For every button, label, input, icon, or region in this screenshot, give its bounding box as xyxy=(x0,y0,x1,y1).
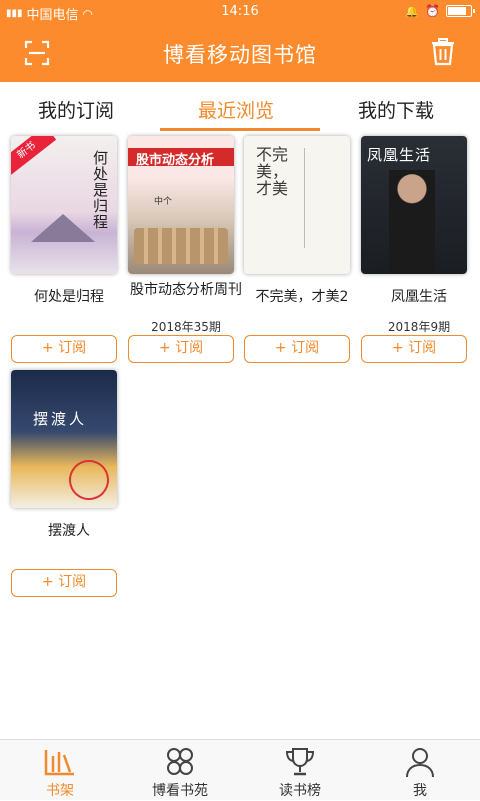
cover-coins xyxy=(134,228,228,264)
subscribe-button[interactable]: + 订阅 xyxy=(11,569,117,597)
tab-bar: 我的订阅 最近浏览 我的下载 xyxy=(0,82,480,134)
status-right: 🔔 ⏰ xyxy=(405,4,475,18)
nav-label: 读书榜 xyxy=(279,783,321,799)
bookshelf-icon xyxy=(44,750,74,776)
subscribe-button[interactable]: + 订阅 xyxy=(11,335,117,363)
app-header: 博看移动图书馆 xyxy=(0,24,480,82)
tab-recent[interactable]: 最近浏览 xyxy=(198,96,274,123)
book-title: 凤凰生活 xyxy=(391,289,447,305)
nav-bookgarden[interactable]: 博看书苑 xyxy=(120,740,240,801)
book-title: 摆渡人 xyxy=(48,523,90,539)
cover-mountain xyxy=(31,214,95,242)
cover-subtitle: 中个 xyxy=(154,197,173,207)
subscribe-button[interactable]: + 订阅 xyxy=(361,335,467,363)
bottom-nav: 书架 博看书苑 读书榜 我 xyxy=(0,739,480,800)
trash-icon[interactable] xyxy=(430,38,456,66)
book-title: 何处是归程 xyxy=(34,289,104,305)
book-cover[interactable]: 股市动态分析 中个 xyxy=(128,136,234,274)
cover-stamp xyxy=(64,455,114,505)
book-issue: 2018年35期 xyxy=(151,320,221,334)
cover-portrait xyxy=(389,170,435,274)
nav-bookshelf[interactable]: 书架 xyxy=(0,740,120,801)
book-issue: 2018年9期 xyxy=(387,320,451,334)
book-cover[interactable]: 不完美，才美 xyxy=(244,136,350,274)
tab-downloads[interactable]: 我的下载 xyxy=(358,96,434,123)
tab-underline xyxy=(160,128,320,131)
book-cover[interactable]: 凤凰生活 xyxy=(361,136,467,274)
nav-label: 博看书苑 xyxy=(152,783,208,799)
cover-title: 股市动态分析 xyxy=(136,153,215,168)
nav-ranking[interactable]: 读书榜 xyxy=(240,740,360,801)
book-cover[interactable]: 何处是归程 新书 xyxy=(11,136,117,274)
bell-icon: 🔔 xyxy=(405,4,420,18)
cover-art xyxy=(304,148,330,248)
nav-me[interactable]: 我 xyxy=(360,740,480,801)
nav-label: 书架 xyxy=(46,783,74,799)
clover-icon xyxy=(167,748,193,775)
cover-title: 凤凰生活 xyxy=(367,146,432,164)
cover-title: 摆渡人 xyxy=(33,410,88,428)
battery-fill xyxy=(448,7,466,15)
battery-icon xyxy=(446,5,475,17)
person-icon xyxy=(406,748,434,778)
badge-label: 新书 xyxy=(15,140,38,162)
nav-label: 我 xyxy=(413,783,427,799)
book-title: 不完美，才美2 xyxy=(255,289,349,305)
page-title: 博看移动图书馆 xyxy=(163,43,317,67)
book-cover[interactable]: 摆渡人 xyxy=(11,370,117,508)
subscribe-button[interactable]: + 订阅 xyxy=(128,335,234,363)
book-title: 股市动态分析周刊 xyxy=(130,282,242,298)
alarm-icon: ⏰ xyxy=(425,4,440,18)
tab-subscriptions[interactable]: 我的订阅 xyxy=(38,96,114,123)
new-book-badge: 新书 xyxy=(11,136,57,177)
status-bar: ▮▮▮ 中国电信 ◠ 14:16 🔔 ⏰ xyxy=(0,0,480,24)
cover-title: 何处是归程 xyxy=(93,149,109,231)
trophy-icon xyxy=(285,748,315,776)
subscribe-button[interactable]: + 订阅 xyxy=(244,335,350,363)
cover-title: 不完美，才美 xyxy=(256,145,289,198)
